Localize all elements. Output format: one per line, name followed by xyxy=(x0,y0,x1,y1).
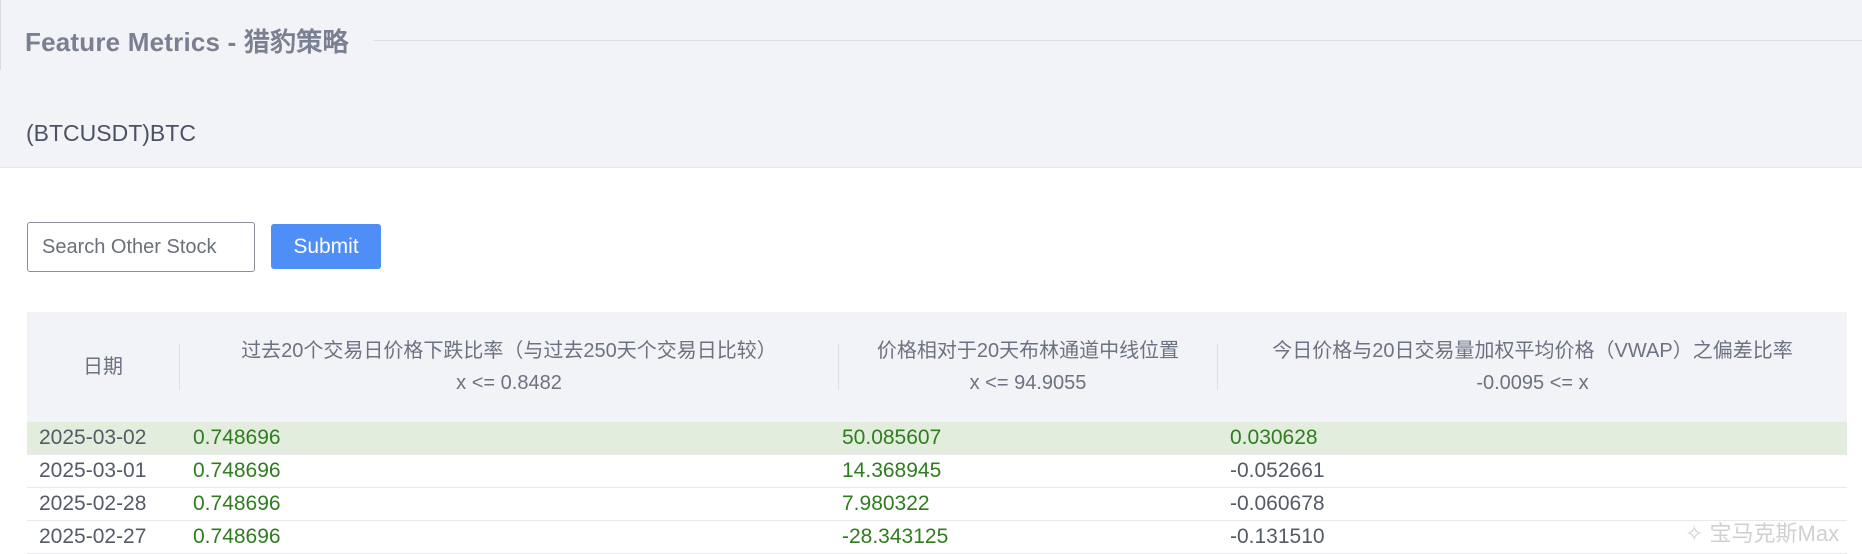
column-header-bollinger: 价格相对于20天布林通道中线位置 x <= 94.9055 xyxy=(839,312,1217,422)
table-row: 2025-02-27 0.748696 -28.343125 -0.131510 xyxy=(27,521,1847,554)
column-header-vwap: 今日价格与20日交易量加权平均价格（VWAP）之偏差比率 -0.0095 <= … xyxy=(1218,312,1847,422)
cell-vwap: -0.060678 xyxy=(1230,492,1325,515)
cell-drop-ratio: 0.748696 xyxy=(193,459,281,482)
column-header-label: 今日价格与20日交易量加权平均价格（VWAP）之偏差比率 xyxy=(1272,340,1793,362)
table-row: 2025-03-01 0.748696 14.368945 -0.052661 xyxy=(27,455,1847,488)
cell-bollinger: -28.343125 xyxy=(842,525,949,548)
cell-date: 2025-02-27 xyxy=(39,525,147,548)
table-row: 2025-02-28 0.748696 7.980322 -0.060678 xyxy=(27,488,1847,521)
cell-bollinger: 50.085607 xyxy=(842,426,942,449)
cell-date: 2025-03-01 xyxy=(39,459,147,482)
table-row: 2025-03-02 0.748696 50.085607 0.030628 xyxy=(27,422,1847,455)
table-body: 2025-03-02 0.748696 50.085607 0.030628 2025-… xyxy=(27,422,1847,554)
column-header-label: 过去20个交易日价格下跌比率（与过去250天个交易日比较） xyxy=(241,340,777,362)
column-header-date: 日期 xyxy=(27,312,179,422)
column-header-drop-ratio: 过去20个交易日价格下跌比率（与过去250天个交易日比较） x <= 0.848… xyxy=(180,312,838,422)
cell-vwap: -0.052661 xyxy=(1230,459,1325,482)
watermark: ✧ 宝马克斯Max xyxy=(1685,521,1840,546)
cell-drop-ratio: 0.748696 xyxy=(193,492,281,515)
page-title: Feature Metrics - 猎豹策略 xyxy=(25,27,349,57)
column-header-label: 价格相对于20天布林通道中线位置 xyxy=(876,340,1180,362)
cell-drop-ratio: 0.748696 xyxy=(193,426,281,449)
left-edge-divider xyxy=(0,0,1,70)
cell-drop-ratio: 0.748696 xyxy=(193,525,281,548)
title-divider xyxy=(373,40,1862,41)
metrics-table: 日期 过去20个交易日价格下跌比率（与过去250天个交易日比较） x <= 0.… xyxy=(27,312,1847,554)
cell-bollinger: 7.980322 xyxy=(842,492,930,515)
cell-date: 2025-03-02 xyxy=(39,426,147,449)
column-header-condition: -0.0095 <= x xyxy=(1476,372,1589,394)
cell-vwap: 0.030628 xyxy=(1230,426,1318,449)
column-header-label: 日期 xyxy=(83,356,123,378)
submit-button[interactable]: Submit xyxy=(271,224,381,269)
stock-symbol: (BTCUSDT)BTC xyxy=(26,120,196,146)
cell-vwap: -0.131510 xyxy=(1230,525,1325,548)
search-input[interactable] xyxy=(27,222,255,272)
column-header-condition: x <= 0.8482 xyxy=(456,372,562,394)
cell-date: 2025-02-28 xyxy=(39,492,147,515)
table-header: 日期 过去20个交易日价格下跌比率（与过去250天个交易日比较） x <= 0.… xyxy=(27,312,1847,422)
cell-bollinger: 14.368945 xyxy=(842,459,942,482)
column-header-condition: x <= 94.9055 xyxy=(969,372,1087,394)
